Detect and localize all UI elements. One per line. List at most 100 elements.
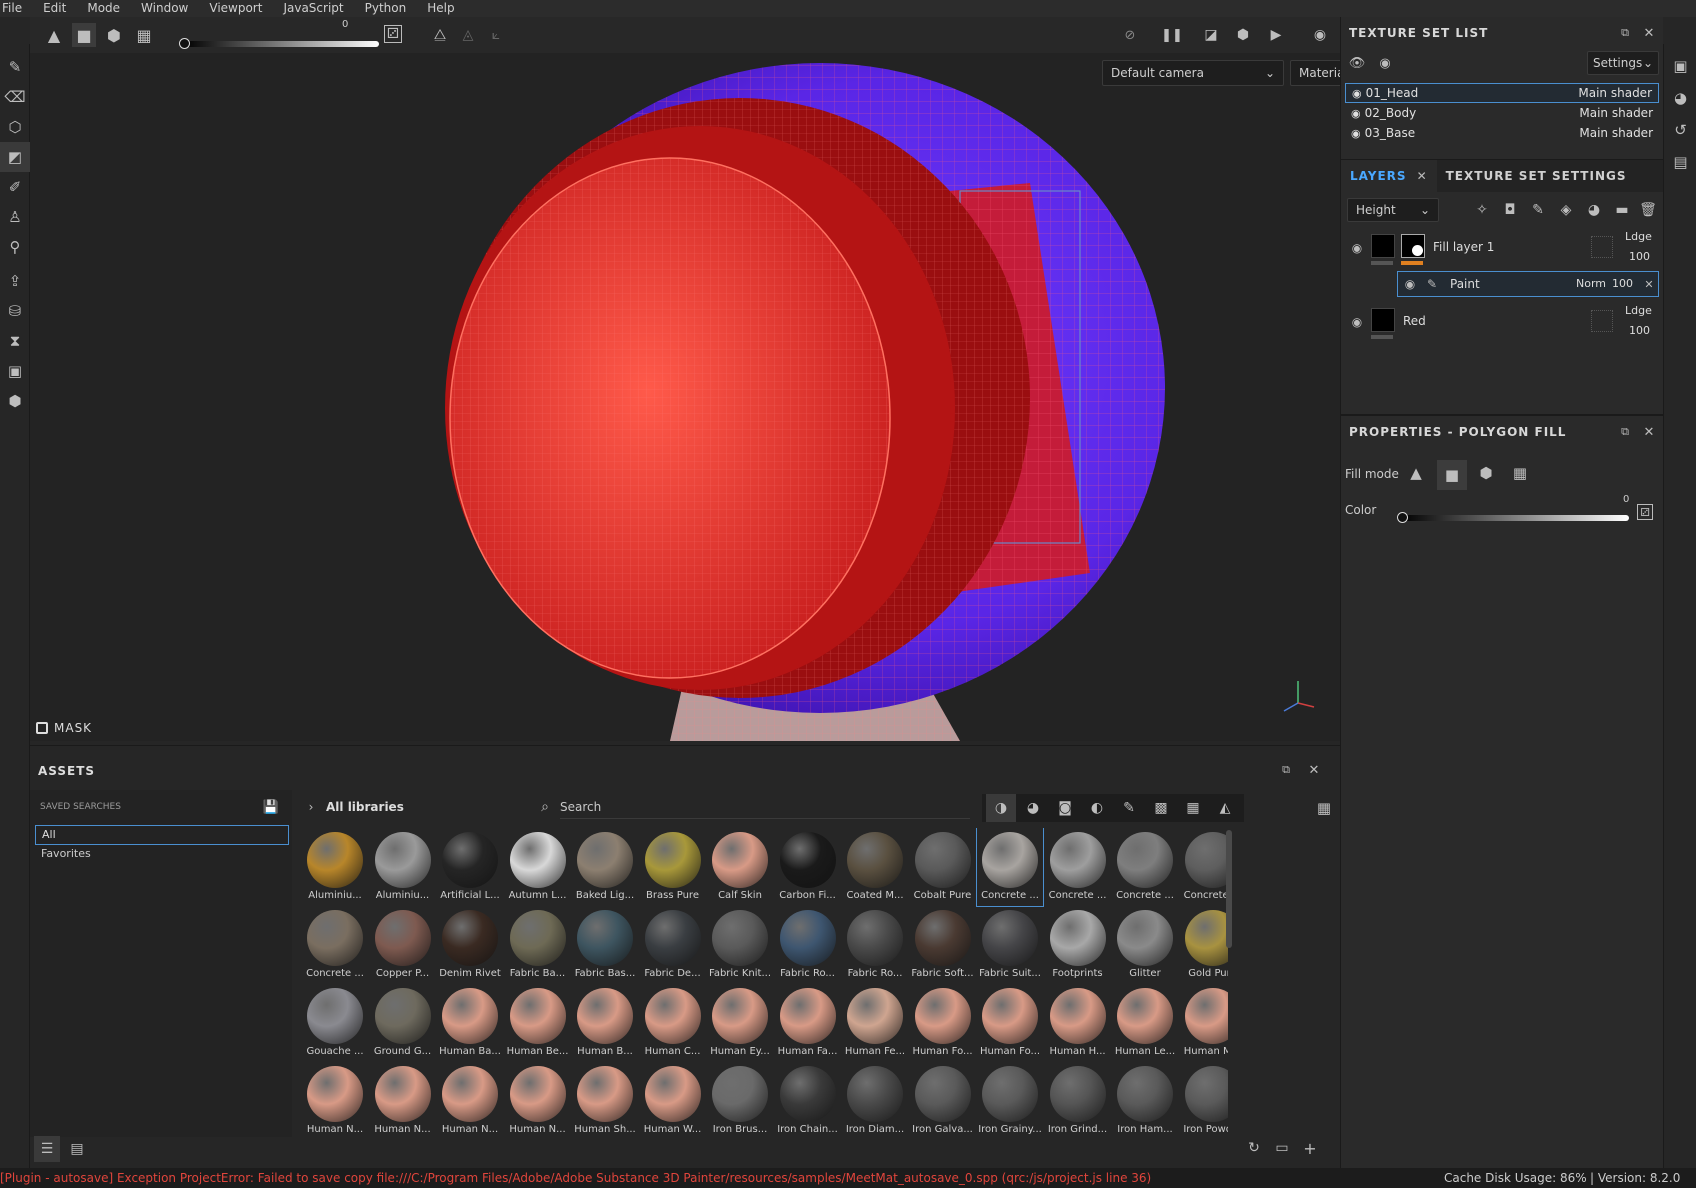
- asset-thumbnail[interactable]: Iron Ham...: [1112, 1062, 1178, 1137]
- asset-thumbnail[interactable]: Concrete ...: [1112, 828, 1178, 906]
- close-icon[interactable]: ✕: [1641, 25, 1657, 41]
- close-icon[interactable]: ✕: [1306, 762, 1322, 778]
- asset-thumbnail[interactable]: Human W...: [640, 1062, 706, 1137]
- mask-thumbnail[interactable]: [1401, 234, 1425, 258]
- menu-javascript[interactable]: JavaScript: [283, 0, 354, 17]
- search-input[interactable]: Search: [560, 800, 970, 819]
- visibility-mode-icon[interactable]: 👁: [1347, 53, 1367, 73]
- asset-thumbnail[interactable]: Baked Lig...: [572, 828, 638, 906]
- hourglass-icon[interactable]: ⧗: [0, 326, 30, 356]
- asset-thumbnail[interactable]: Artificial L...: [437, 828, 503, 906]
- clone-tool-icon[interactable]: ♙: [0, 202, 30, 232]
- asset-thumbnail[interactable]: Copper P...: [370, 906, 436, 984]
- hide-icon[interactable]: ⊘: [1120, 25, 1140, 45]
- bake-export-icon[interactable]: ⇪: [0, 266, 30, 296]
- float-panel-icon[interactable]: ⧉: [1617, 424, 1633, 440]
- mesh-fill-icon[interactable]: ⬢: [1473, 460, 1499, 486]
- eye-icon[interactable]: ◉: [1375, 53, 1395, 73]
- random-color-icon[interactable]: ⚂: [384, 25, 402, 43]
- menu-file[interactable]: File: [2, 0, 33, 17]
- layer-opacity[interactable]: 100: [1629, 250, 1650, 263]
- paint-brush-tool-icon[interactable]: ✎: [0, 52, 30, 82]
- float-panel-icon[interactable]: ⧉: [1278, 762, 1294, 778]
- triangle-fill-icon[interactable]: ▲: [1403, 460, 1429, 486]
- menu-mode[interactable]: Mode: [87, 0, 131, 17]
- add-effect-icon[interactable]: ✧: [1471, 200, 1493, 220]
- layer-row[interactable]: ◉ Fill layer 1 Ldge 100: [1341, 228, 1664, 270]
- import-icon[interactable]: ▭: [1272, 1138, 1292, 1158]
- mask-toggle[interactable]: MASK: [36, 721, 92, 735]
- visibility-toggle-icon[interactable]: ◬: [458, 25, 478, 45]
- material-filter-icon[interactable]: ◑: [986, 794, 1016, 822]
- asset-thumbnail[interactable]: Glitter: [1112, 906, 1178, 984]
- delete-layer-icon[interactable]: 🗑: [1637, 200, 1659, 220]
- asset-thumbnail[interactable]: Human Sh...: [572, 1062, 638, 1137]
- tab-texture-set-settings[interactable]: TEXTURE SET SETTINGS: [1437, 160, 1636, 192]
- mesh-fill-mode-icon[interactable]: ⬢: [102, 23, 126, 47]
- asset-thumbnail[interactable]: Gouache ...: [302, 984, 368, 1062]
- toolbar-slider[interactable]: [184, 41, 379, 47]
- asset-thumbnail[interactable]: Calf Skin: [707, 828, 773, 906]
- asset-thumbnail[interactable]: Iron Galva...: [910, 1062, 976, 1137]
- menu-viewport[interactable]: Viewport: [209, 0, 273, 17]
- asset-thumbnail[interactable]: Fabric Soft...: [910, 906, 976, 984]
- refresh-icon[interactable]: ↻: [1244, 1138, 1264, 1158]
- asset-thumbnail[interactable]: Aluminiu...: [302, 828, 368, 906]
- layer-blend-mode[interactable]: Ldge: [1625, 230, 1652, 243]
- add-paint-layer-icon[interactable]: ✎: [1527, 200, 1549, 220]
- add-folder-icon[interactable]: ▬: [1611, 200, 1633, 220]
- asset-thumbnail[interactable]: Human C...: [640, 984, 706, 1062]
- camera-select[interactable]: Default camera ⌄: [1102, 60, 1284, 86]
- layer-opacity[interactable]: 100: [1629, 324, 1650, 337]
- random-color-icon[interactable]: ⚂: [1637, 504, 1653, 520]
- effect-opacity[interactable]: 100: [1612, 277, 1633, 290]
- asset-thumbnail[interactable]: Human N...: [302, 1062, 368, 1137]
- add-fill-layer-icon[interactable]: ◈: [1555, 200, 1577, 220]
- asset-thumbnail[interactable]: Human Ba...: [437, 984, 503, 1062]
- asset-thumbnail[interactable]: Autumn L...: [505, 828, 571, 906]
- uv-fill-icon[interactable]: ▦: [1507, 460, 1533, 486]
- brush-filter-icon[interactable]: ✎: [1114, 794, 1144, 822]
- close-icon[interactable]: ✕: [1642, 277, 1656, 291]
- asset-thumbnail[interactable]: Human Fe...: [842, 984, 908, 1062]
- shader-settings-icon[interactable]: ◕: [1664, 82, 1696, 114]
- texture-set-row[interactable]: ◉ 01_Head Main shader: [1345, 83, 1659, 103]
- asset-thumbnail[interactable]: Concrete ...: [1180, 828, 1228, 906]
- asset-thumbnail[interactable]: Human Ey...: [707, 984, 773, 1062]
- color-picker-tool-icon[interactable]: ⚲: [0, 232, 30, 262]
- eye-icon[interactable]: ◉: [1349, 240, 1365, 256]
- texture-set-shader[interactable]: Main shader: [1578, 86, 1652, 100]
- asset-thumbnail[interactable]: Human N...: [370, 1062, 436, 1137]
- menu-help[interactable]: Help: [427, 0, 465, 17]
- asset-thumbnail[interactable]: Fabric Ba...: [505, 906, 571, 984]
- effect-blend-mode[interactable]: Norm: [1576, 277, 1606, 290]
- asset-thumbnail[interactable]: Concrete ...: [1045, 828, 1111, 906]
- uv-tool-icon[interactable]: ▣: [0, 356, 30, 386]
- chevron-right-icon[interactable]: ›: [304, 800, 318, 814]
- texture-set-shader[interactable]: Main shader: [1579, 106, 1653, 120]
- color-slider-handle[interactable]: [1397, 512, 1408, 523]
- asset-thumbnail[interactable]: Iron Diam...: [842, 1062, 908, 1137]
- asset-thumbnail[interactable]: Denim Rivet: [437, 906, 503, 984]
- asset-thumbnail[interactable]: Human B...: [572, 984, 638, 1062]
- asset-thumbnail[interactable]: Concrete ...: [302, 906, 368, 984]
- effect-row[interactable]: ◉ ✎ Paint Norm 100 ✕: [1397, 271, 1659, 297]
- float-panel-icon[interactable]: ⧉: [1617, 25, 1633, 41]
- particle-filter-icon[interactable]: ▩: [1146, 794, 1176, 822]
- add-icon[interactable]: +: [1300, 1138, 1320, 1158]
- log-icon[interactable]: ▤: [1664, 146, 1696, 178]
- color-slider[interactable]: [1401, 515, 1629, 521]
- camera-icon[interactable]: ▶: [1264, 25, 1288, 45]
- crop-icon[interactable]: ⟀: [486, 25, 506, 45]
- asset-thumbnail[interactable]: Concrete ...: [976, 828, 1044, 907]
- asset-thumbnail[interactable]: Fabric Ro...: [842, 906, 908, 984]
- layer-row[interactable]: ◉ Red Ldge 100: [1341, 302, 1664, 344]
- asset-thumbnail[interactable]: Fabric Suit...: [977, 906, 1043, 984]
- asset-thumbnail[interactable]: Iron Powd...: [1180, 1062, 1228, 1137]
- asset-thumbnail[interactable]: Human Fo...: [910, 984, 976, 1062]
- asset-thumbnail[interactable]: Iron Chain...: [775, 1062, 841, 1137]
- eye-icon[interactable]: ◉: [1352, 87, 1362, 100]
- channel-select[interactable]: Height ⌄: [1347, 198, 1439, 222]
- texture-set-settings-select[interactable]: Settings ⌄: [1587, 51, 1659, 75]
- texture-set-row[interactable]: ◉ 02_Body Main shader: [1345, 103, 1659, 123]
